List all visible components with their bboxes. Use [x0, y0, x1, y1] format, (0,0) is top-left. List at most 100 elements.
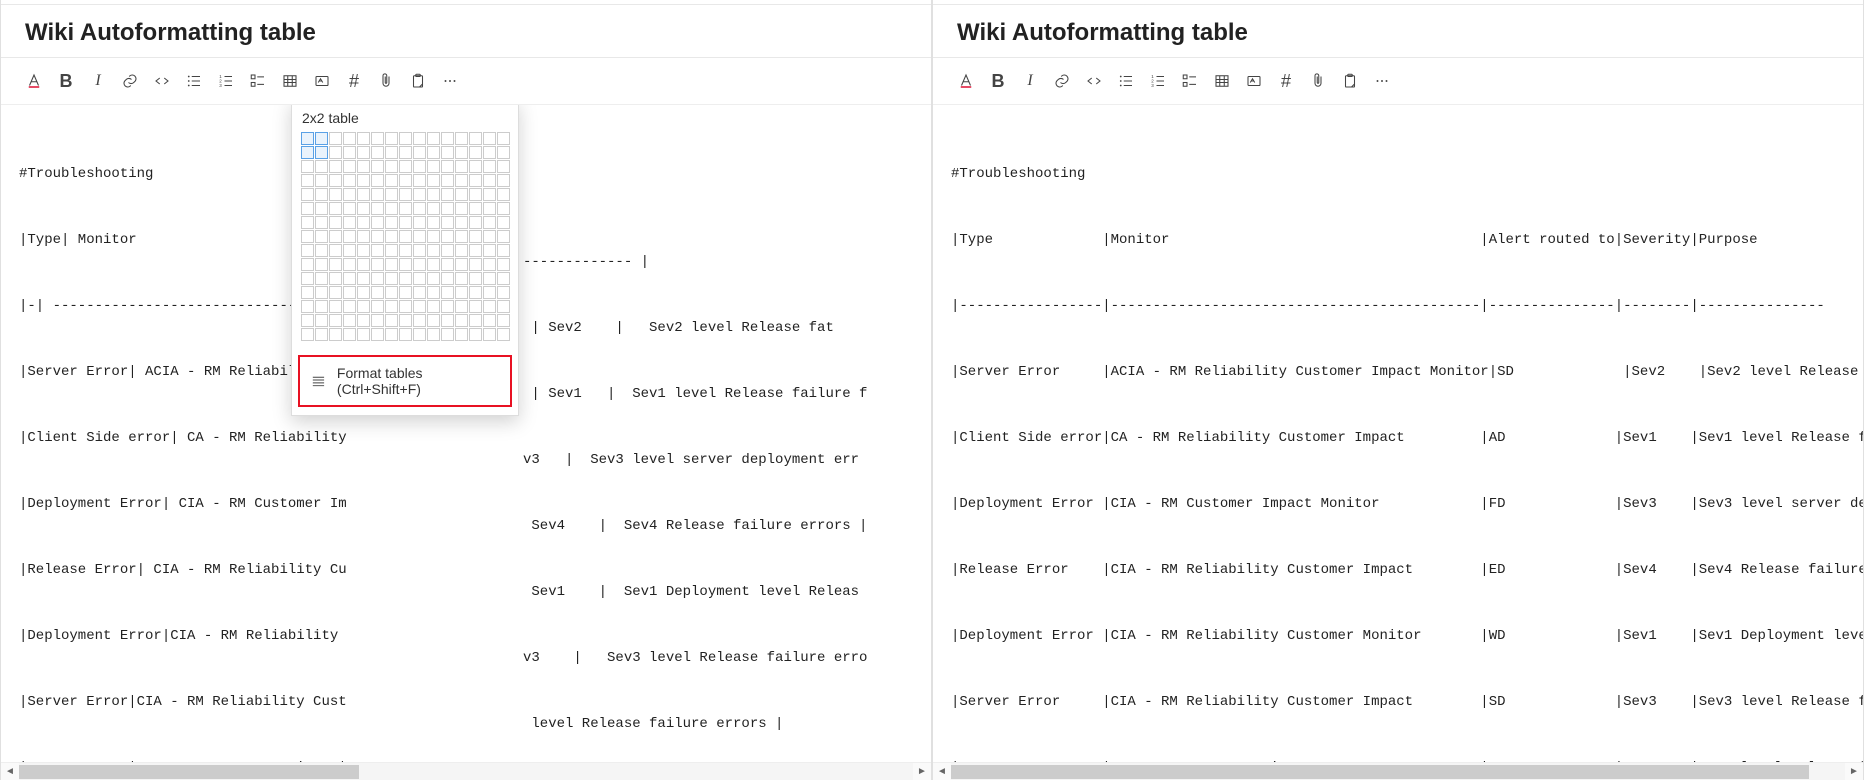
grid-cell[interactable] — [483, 202, 496, 215]
grid-cell[interactable] — [469, 300, 482, 313]
grid-cell[interactable] — [497, 230, 510, 243]
grid-cell[interactable] — [441, 244, 454, 257]
grid-cell[interactable] — [483, 272, 496, 285]
grid-cell[interactable] — [455, 230, 468, 243]
grid-cell[interactable] — [385, 286, 398, 299]
grid-cell[interactable] — [315, 174, 328, 187]
grid-cell[interactable] — [385, 160, 398, 173]
grid-cell[interactable] — [497, 174, 510, 187]
grid-cell[interactable] — [469, 132, 482, 145]
grid-cell[interactable] — [329, 146, 342, 159]
grid-cell[interactable] — [427, 174, 440, 187]
grid-cell[interactable] — [357, 258, 370, 271]
grid-cell[interactable] — [427, 258, 440, 271]
grid-cell[interactable] — [427, 244, 440, 257]
grid-cell[interactable] — [413, 286, 426, 299]
grid-cell[interactable] — [385, 146, 398, 159]
grid-cell[interactable] — [371, 188, 384, 201]
grid-cell[interactable] — [357, 174, 370, 187]
grid-cell[interactable] — [497, 286, 510, 299]
grid-cell[interactable] — [301, 146, 314, 159]
grid-cell[interactable] — [343, 272, 356, 285]
grid-cell[interactable] — [427, 300, 440, 313]
grid-cell[interactable] — [315, 146, 328, 159]
grid-cell[interactable] — [469, 146, 482, 159]
grid-cell[interactable] — [469, 160, 482, 173]
grid-cell[interactable] — [413, 146, 426, 159]
grid-cell[interactable] — [427, 314, 440, 327]
grid-cell[interactable] — [399, 300, 412, 313]
grid-cell[interactable] — [385, 132, 398, 145]
grid-cell[interactable] — [413, 230, 426, 243]
paste-icon[interactable] — [403, 66, 433, 96]
grid-cell[interactable] — [413, 160, 426, 173]
grid-cell[interactable] — [413, 300, 426, 313]
grid-cell[interactable] — [413, 188, 426, 201]
grid-cell[interactable] — [357, 314, 370, 327]
grid-cell[interactable] — [385, 202, 398, 215]
grid-cell[interactable] — [399, 286, 412, 299]
grid-cell[interactable] — [385, 230, 398, 243]
grid-cell[interactable] — [371, 314, 384, 327]
grid-cell[interactable] — [399, 258, 412, 271]
grid-cell[interactable] — [315, 244, 328, 257]
grid-cell[interactable] — [343, 328, 356, 341]
grid-cell[interactable] — [469, 258, 482, 271]
grid-cell[interactable] — [497, 146, 510, 159]
text-color-icon[interactable] — [19, 66, 49, 96]
grid-cell[interactable] — [371, 202, 384, 215]
grid-cell[interactable] — [301, 272, 314, 285]
code-icon[interactable] — [1079, 66, 1109, 96]
grid-cell[interactable] — [329, 160, 342, 173]
grid-cell[interactable] — [315, 132, 328, 145]
table-icon[interactable] — [275, 66, 305, 96]
grid-cell[interactable] — [301, 202, 314, 215]
table-size-grid[interactable] — [292, 132, 518, 351]
grid-cell[interactable] — [483, 244, 496, 257]
bullet-list-icon[interactable] — [179, 66, 209, 96]
grid-cell[interactable] — [329, 202, 342, 215]
grid-cell[interactable] — [343, 230, 356, 243]
grid-cell[interactable] — [371, 132, 384, 145]
grid-cell[interactable] — [399, 230, 412, 243]
editor-content[interactable]: #Troubleshooting |Type |Monitor |Alert r… — [933, 105, 1863, 762]
grid-cell[interactable] — [441, 146, 454, 159]
grid-cell[interactable] — [427, 132, 440, 145]
grid-cell[interactable] — [441, 216, 454, 229]
grid-cell[interactable] — [497, 328, 510, 341]
grid-cell[interactable] — [441, 188, 454, 201]
grid-cell[interactable] — [315, 230, 328, 243]
grid-cell[interactable] — [343, 174, 356, 187]
grid-cell[interactable] — [497, 132, 510, 145]
grid-cell[interactable] — [371, 328, 384, 341]
grid-cell[interactable] — [469, 202, 482, 215]
grid-cell[interactable] — [329, 286, 342, 299]
grid-cell[interactable] — [441, 328, 454, 341]
grid-cell[interactable] — [343, 188, 356, 201]
grid-cell[interactable] — [371, 244, 384, 257]
grid-cell[interactable] — [301, 244, 314, 257]
grid-cell[interactable] — [399, 188, 412, 201]
grid-cell[interactable] — [455, 244, 468, 257]
grid-cell[interactable] — [343, 202, 356, 215]
grid-cell[interactable] — [497, 188, 510, 201]
grid-cell[interactable] — [469, 314, 482, 327]
grid-cell[interactable] — [427, 146, 440, 159]
grid-cell[interactable] — [441, 160, 454, 173]
numbered-list-icon[interactable]: 123 — [211, 66, 241, 96]
scroll-track[interactable] — [19, 763, 913, 780]
scroll-left-arrow[interactable]: ◄ — [1, 763, 19, 780]
grid-cell[interactable] — [469, 174, 482, 187]
grid-cell[interactable] — [385, 174, 398, 187]
grid-cell[interactable] — [315, 216, 328, 229]
grid-cell[interactable] — [329, 300, 342, 313]
grid-cell[interactable] — [371, 174, 384, 187]
grid-cell[interactable] — [427, 160, 440, 173]
grid-cell[interactable] — [399, 202, 412, 215]
grid-cell[interactable] — [413, 328, 426, 341]
grid-cell[interactable] — [455, 328, 468, 341]
grid-cell[interactable] — [497, 216, 510, 229]
grid-cell[interactable] — [301, 216, 314, 229]
grid-cell[interactable] — [315, 202, 328, 215]
grid-cell[interactable] — [497, 258, 510, 271]
